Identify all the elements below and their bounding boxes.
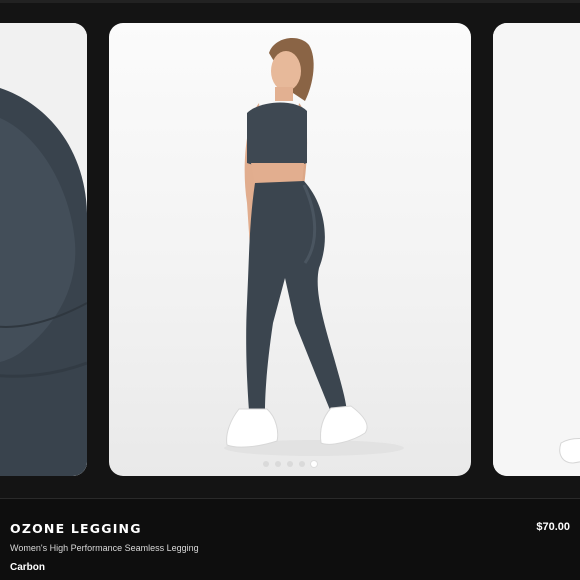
- gallery-slide-previous[interactable]: [0, 23, 87, 476]
- legging-closeup-image: [0, 23, 87, 476]
- product-name[interactable]: OZONE LEGGING: [10, 521, 142, 536]
- gallery-slide-current[interactable]: [109, 23, 471, 476]
- carousel-dot[interactable]: [263, 461, 269, 467]
- model-photo-image: [224, 38, 404, 456]
- image-carousel[interactable]: [0, 0, 580, 500]
- top-divider: [0, 0, 580, 3]
- product-subtitle: Women's High Performance Seamless Leggin…: [10, 543, 199, 553]
- next-product-image: [493, 23, 580, 476]
- gallery-slide-next[interactable]: [493, 23, 580, 476]
- product-info-panel: OZONE LEGGING $70.00 Women's High Perfor…: [0, 499, 580, 580]
- carousel-dot[interactable]: [299, 461, 305, 467]
- carousel-dot-active[interactable]: [311, 461, 317, 467]
- carousel-pagination: [109, 461, 471, 467]
- product-colour: Carbon: [10, 562, 45, 573]
- product-price: $70.00: [536, 521, 570, 533]
- carousel-dot[interactable]: [287, 461, 293, 467]
- carousel-dot[interactable]: [275, 461, 281, 467]
